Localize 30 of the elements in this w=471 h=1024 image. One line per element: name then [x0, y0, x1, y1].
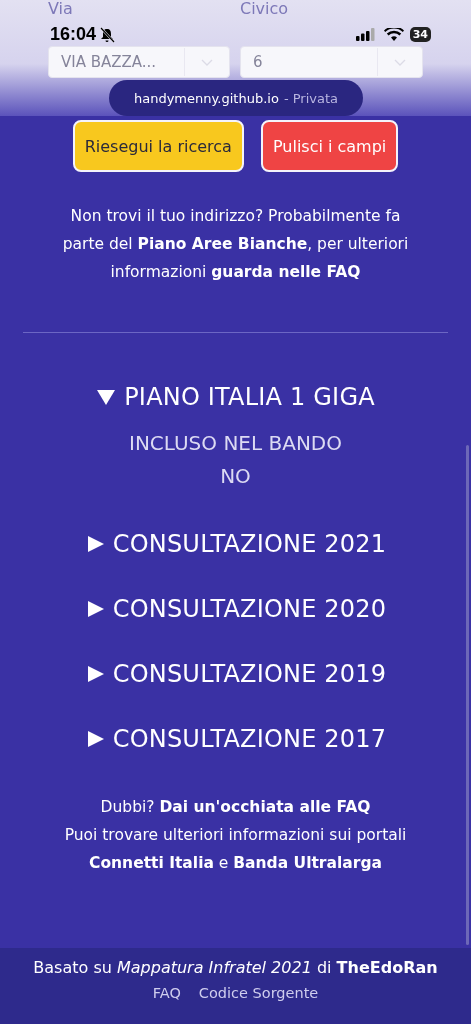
- clear-button[interactable]: Pulisci i campi: [260, 120, 399, 172]
- muted-bell-icon: [99, 26, 116, 43]
- signal-icon: [355, 28, 376, 41]
- section-toggle[interactable]: PIANO ITALIA 1 GIGA: [96, 383, 375, 411]
- credit-text: Basato su Mappatura Infratel 2021 di TheEdoRan: [33, 958, 438, 977]
- help-text: Puoi trovare ulteriori informazioni sui portali: [64, 825, 407, 846]
- chevron-down-icon: [394, 58, 406, 66]
- footer-link[interactable]: FAQ: [152, 985, 181, 1001]
- field-label: Civico: [240, 0, 290, 18]
- search-button[interactable]: Riesegui la ricerca: [72, 120, 244, 172]
- scrollbar[interactable]: [466, 445, 469, 945]
- footer-link[interactable]: Codice Sorgente: [198, 985, 319, 1001]
- private-mode-text: - Privata: [283, 90, 338, 106]
- field-label: Via: [48, 0, 74, 18]
- notice-text: Non trovi il tuo indirizzo? Probabilmente fa parte del Piano Aree Bianche, per ulteriori informazioni guarda nelle FAQ: [61, 206, 410, 283]
- section-toggle[interactable]: CONSULTAZIONE 2021: [84, 530, 387, 558]
- chevron-down-icon: [201, 58, 213, 66]
- clock-time: 16:04: [50, 24, 97, 45]
- section-toggle[interactable]: CONSULTAZIONE 2017: [84, 725, 387, 753]
- help-text: Connetti Italia e Banda Ultralarga: [89, 853, 382, 874]
- detail-text: NO: [220, 463, 251, 490]
- url-bar[interactable]: handymenny.github.io - Privata: [109, 80, 363, 116]
- help-text: Dubbi? Dai un'occhiata alle FAQ: [100, 797, 371, 818]
- domain-text: handymenny.github.io: [134, 90, 279, 106]
- section-toggle[interactable]: CONSULTAZIONE 2020: [84, 595, 387, 623]
- section-toggle[interactable]: CONSULTAZIONE 2019: [84, 660, 387, 688]
- select-field[interactable]: 6: [240, 46, 423, 78]
- triangle-down-icon: [96, 388, 117, 406]
- wifi-icon: [383, 27, 404, 42]
- detail-text: INCLUSO NEL BANDO: [129, 430, 342, 457]
